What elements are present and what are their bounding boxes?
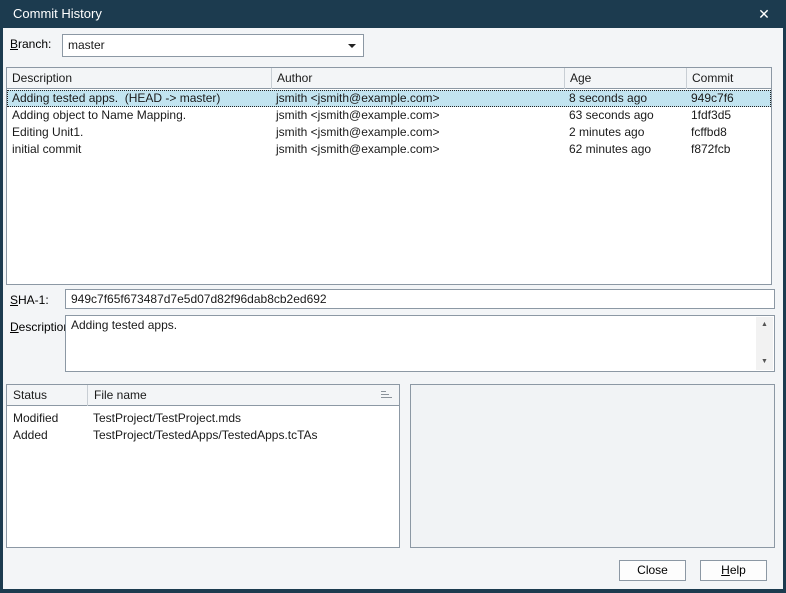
file-status: Added [7, 427, 87, 444]
commit-row[interactable]: initial commit jsmith <jsmith@example.co… [7, 141, 771, 158]
description-label: Description: [10, 316, 73, 338]
file-row[interactable]: Modified TestProject/TestProject.mds [7, 410, 399, 427]
commit-row[interactable]: Adding object to Name Mapping. jsmith <j… [7, 107, 771, 124]
close-button[interactable]: Close [619, 560, 686, 581]
commit-age: 63 seconds ago [564, 107, 686, 124]
scroll-down-icon[interactable]: ▼ [756, 354, 773, 370]
commit-row[interactable]: Editing Unit1. jsmith <jsmith@example.co… [7, 124, 771, 141]
commit-hash: 1fdf3d5 [686, 107, 771, 124]
column-header-description[interactable]: Description [7, 68, 271, 89]
title-bar: Commit History ✕ [0, 0, 786, 28]
commit-description: Adding object to Name Mapping. [7, 107, 271, 124]
commit-description: initial commit [7, 141, 271, 158]
sha1-field[interactable]: 949c7f65f673487d7e5d07d82f96dab8cb2ed692 [65, 289, 775, 309]
commit-hash: 949c7f6 [686, 90, 771, 107]
column-header-age[interactable]: Age [564, 68, 686, 89]
branch-dropdown[interactable]: master [62, 34, 364, 57]
chevron-down-icon[interactable] [348, 44, 356, 48]
commit-author: jsmith <jsmith@example.com> [271, 90, 564, 107]
branch-value: master [68, 35, 105, 56]
description-field[interactable]: Adding tested apps. ▲ ▼ [65, 315, 775, 372]
commit-age: 2 minutes ago [564, 124, 686, 141]
branch-label: Branch: [10, 33, 51, 55]
commit-history-dialog: Commit History ✕ Branch: master Descript… [0, 0, 786, 593]
file-preview-panel [410, 384, 775, 548]
column-header-commit[interactable]: Commit [686, 68, 771, 89]
commit-author: jsmith <jsmith@example.com> [271, 107, 564, 124]
commit-hash: f872fcb [686, 141, 771, 158]
file-status: Modified [7, 410, 87, 427]
close-icon[interactable]: ✕ [753, 0, 775, 28]
column-header-status[interactable]: Status [7, 385, 87, 406]
file-row[interactable]: Added TestProject/TestedApps/TestedApps.… [7, 427, 399, 444]
file-name: TestProject/TestedApps/TestedApps.tcTAs [87, 427, 377, 444]
changed-files-table: Status File name Modified TestProject/Te… [6, 384, 400, 548]
commit-author: jsmith <jsmith@example.com> [271, 124, 564, 141]
commit-description: Editing Unit1. [7, 124, 271, 141]
description-scrollbar[interactable]: ▲ ▼ [756, 317, 773, 370]
commit-row[interactable]: Adding tested apps. (HEAD -> master) jsm… [7, 90, 771, 107]
column-header-author[interactable]: Author [271, 68, 564, 89]
sha1-label: SHA-1: [10, 289, 49, 311]
window-title: Commit History [13, 0, 102, 28]
sort-icon[interactable] [381, 390, 394, 401]
commit-hash: fcffbd8 [686, 124, 771, 141]
column-header-filename[interactable]: File name [87, 385, 377, 406]
description-text: Adding tested apps. [71, 318, 754, 332]
files-table-header: Status File name [7, 385, 399, 406]
commit-author: jsmith <jsmith@example.com> [271, 141, 564, 158]
file-name: TestProject/TestProject.mds [87, 410, 377, 427]
commit-table-header: Description Author Age Commit [7, 68, 771, 89]
commit-description: Adding tested apps. (HEAD -> master) [7, 90, 271, 107]
commit-table: Description Author Age Commit Adding tes… [6, 67, 772, 285]
help-button[interactable]: Help [700, 560, 767, 581]
scroll-up-icon[interactable]: ▲ [756, 317, 773, 333]
commit-age: 8 seconds ago [564, 90, 686, 107]
commit-age: 62 minutes ago [564, 141, 686, 158]
